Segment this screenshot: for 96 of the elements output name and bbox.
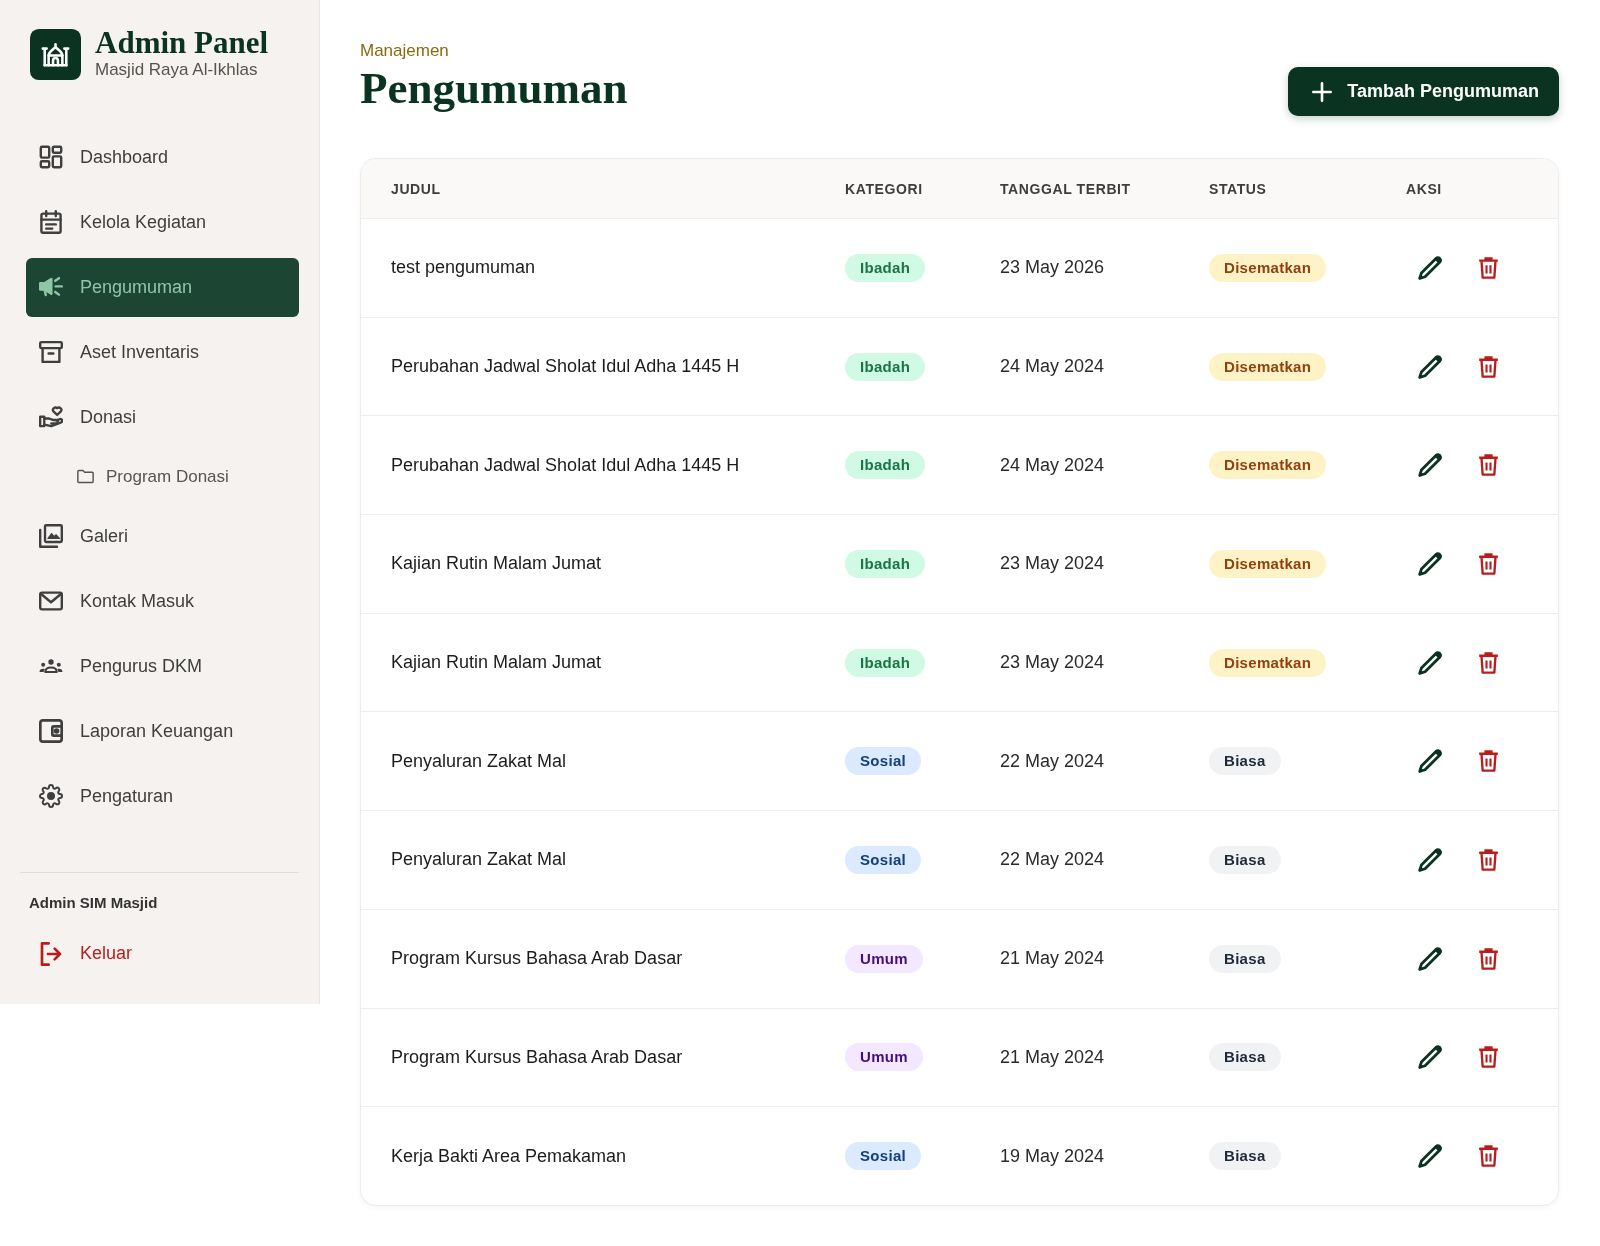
title-cell: Penyaluran Zakat Mal (391, 849, 567, 871)
trash-icon (1478, 650, 1499, 675)
category-tag: Sosial (845, 1142, 921, 1171)
title-cell: Perubahan Jadwal Sholat Idul Adha 1445 H (391, 356, 740, 378)
title-cell: test pengumuman (391, 257, 536, 279)
pencil-icon (1418, 551, 1442, 576)
folder-icon (77, 469, 94, 484)
column-header: TANGGAL TERBIT (1000, 180, 1131, 197)
sidebar-item[interactable]: Kelola Kegiatan (26, 192, 299, 252)
trash-icon (1478, 1144, 1499, 1169)
status-tag: Biasa (1209, 1142, 1281, 1171)
date-cell: 24 May 2024 (1000, 356, 1105, 378)
envelope-icon (39, 589, 63, 613)
pencil-icon (1418, 749, 1442, 774)
title-cell: Kajian Rutin Malam Jumat (391, 652, 602, 674)
title-cell: Kajian Rutin Malam Jumat (391, 553, 602, 575)
add-button[interactable]: Tambah Pengumuman (1288, 67, 1559, 116)
category-tag: Ibadah (845, 253, 926, 282)
category-tag: Umum (845, 1043, 923, 1072)
logout-icon (39, 941, 63, 966)
pencil-icon (1418, 650, 1442, 675)
title-cell: Penyaluran Zakat Mal (391, 750, 567, 772)
sidebar-item[interactable]: Pengurus DKM (26, 636, 299, 696)
pencil-icon (1418, 1144, 1442, 1169)
category-tag: Umum (845, 944, 923, 973)
hand-heart-icon (39, 405, 63, 429)
status-tag: Disematkan (1209, 648, 1327, 677)
sidebar-item[interactable]: Aset Inventaris (26, 322, 299, 382)
date-cell: 23 May 2024 (1000, 652, 1105, 674)
title-cell: Kerja Bakti Area Pemakaman (391, 1145, 627, 1167)
sidebar-item[interactable]: Dashboard (26, 127, 299, 187)
category-tag: Ibadah (845, 549, 926, 578)
trash-icon (1478, 255, 1499, 280)
app-title: Admin Panel (95, 27, 269, 59)
column-header: JUDUL (391, 180, 441, 197)
sidebar-item[interactable]: Galeri (26, 506, 299, 566)
trash-icon (1478, 1045, 1499, 1070)
pencil-icon (1418, 847, 1442, 872)
archive-box-icon (39, 340, 63, 364)
date-cell: 21 May 2024 (1000, 1046, 1105, 1068)
title-cell: Program Kursus Bahasa Arab Dasar (391, 948, 683, 970)
date-cell: 22 May 2024 (1000, 750, 1105, 772)
sidebar-item[interactable]: Laporan Keuangan (26, 701, 299, 761)
status-tag: Disematkan (1209, 253, 1327, 282)
megaphone-icon (39, 275, 63, 299)
pencil-icon (1418, 1045, 1442, 1070)
sidebar-subitem[interactable]: Program Donasi (26, 452, 299, 501)
status-tag: Biasa (1209, 845, 1281, 874)
date-cell: 22 May 2024 (1000, 849, 1105, 871)
status-tag: Biasa (1209, 944, 1281, 973)
column-header: KATEGORI (845, 180, 923, 197)
gear-icon (39, 784, 63, 808)
status-tag: Biasa (1209, 1043, 1281, 1072)
date-cell: 23 May 2024 (1000, 553, 1105, 575)
calendar-icon (39, 210, 63, 234)
plus-icon (1312, 81, 1333, 102)
column-header: AKSI (1406, 180, 1442, 197)
trash-icon (1478, 946, 1499, 971)
section-label: Manajemen (360, 40, 449, 62)
status-tag: Disematkan (1209, 451, 1327, 480)
mosque-icon (30, 28, 81, 80)
trash-icon (1478, 749, 1499, 774)
images-icon (39, 524, 63, 548)
sidebar-item[interactable]: Pengaturan (26, 766, 299, 826)
pencil-icon (1418, 946, 1442, 971)
trash-icon (1478, 847, 1499, 872)
date-cell: 24 May 2024 (1000, 454, 1105, 476)
sidebar-item[interactable]: Pengumuman (26, 257, 299, 317)
category-tag: Sosial (845, 747, 921, 776)
pencil-icon (1418, 354, 1442, 379)
category-tag: Ibadah (845, 352, 926, 381)
sidebar-item[interactable]: Kontak Masuk (26, 571, 299, 631)
page-title: Pengumuman (360, 62, 628, 114)
logout-link[interactable]: Keluar (26, 929, 299, 978)
wallet-icon (39, 719, 63, 743)
trash-icon (1478, 453, 1499, 478)
status-tag: Biasa (1209, 747, 1281, 776)
sidebar-item[interactable]: Donasi (26, 387, 299, 447)
date-cell: 23 May 2026 (1000, 257, 1105, 279)
pencil-icon (1418, 255, 1442, 280)
status-tag: Disematkan (1209, 352, 1327, 381)
grid-icon (39, 145, 63, 169)
date-cell: 21 May 2024 (1000, 948, 1105, 970)
category-tag: Ibadah (845, 451, 926, 480)
app-subtitle: Masjid Raya Al-Ikhlas (95, 59, 258, 81)
user-name: Admin SIM Masjid (29, 892, 158, 913)
title-cell: Perubahan Jadwal Sholat Idul Adha 1445 H (391, 454, 740, 476)
pencil-icon (1418, 453, 1442, 478)
title-cell: Program Kursus Bahasa Arab Dasar (391, 1046, 683, 1068)
column-header: STATUS (1209, 180, 1267, 197)
trash-icon (1478, 354, 1499, 379)
status-tag: Disematkan (1209, 549, 1327, 578)
trash-icon (1478, 551, 1499, 576)
category-tag: Ibadah (845, 648, 926, 677)
date-cell: 19 May 2024 (1000, 1145, 1105, 1167)
category-tag: Sosial (845, 845, 921, 874)
